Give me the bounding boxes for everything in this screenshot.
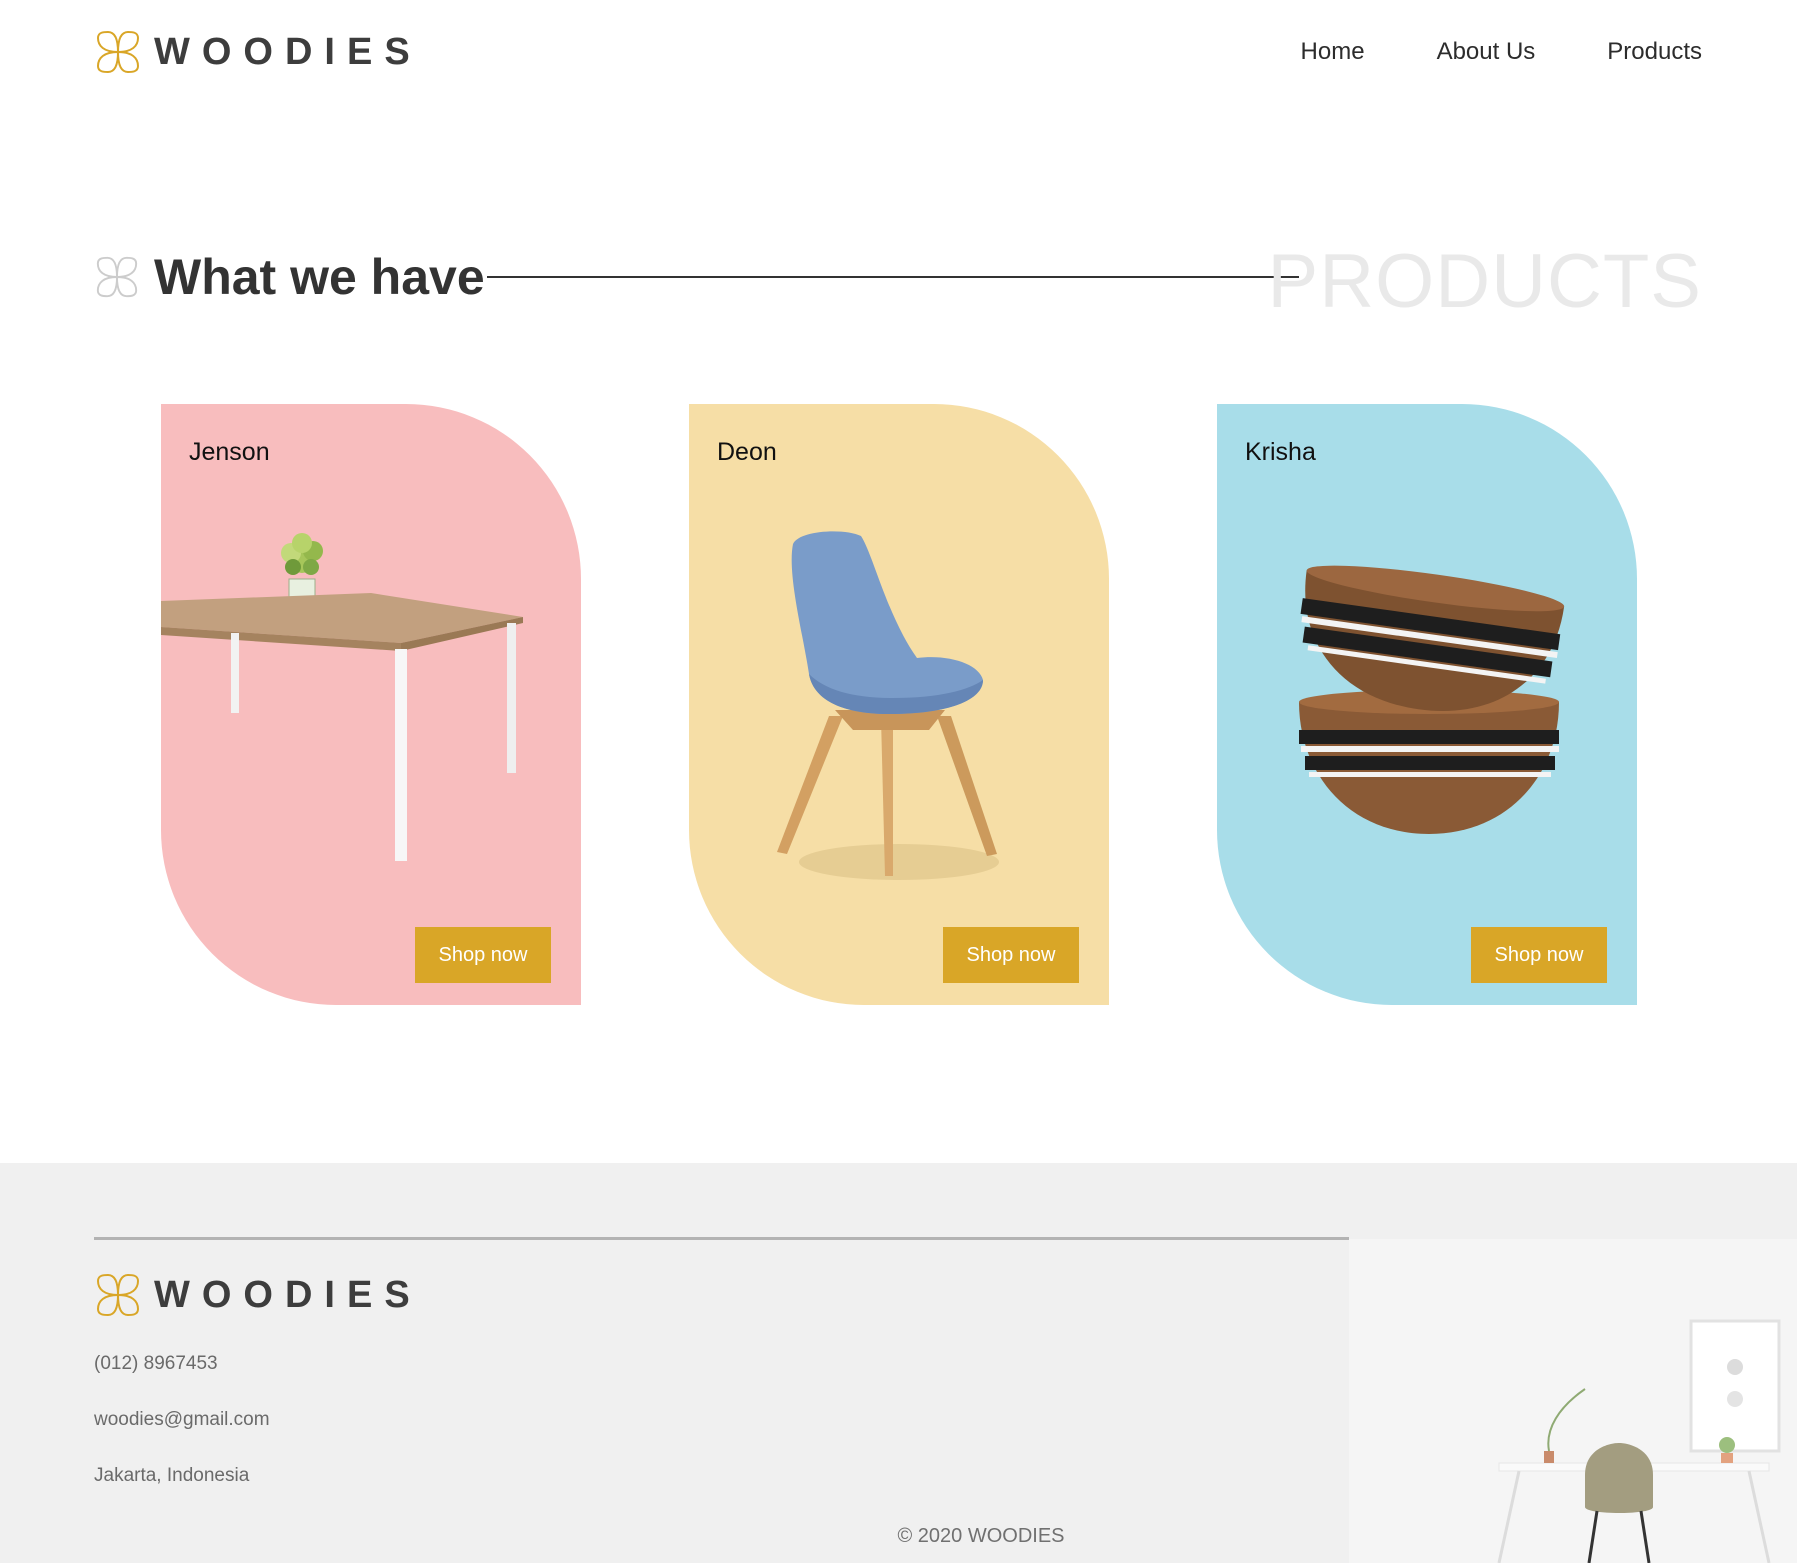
- products-section-heading: What we have PRODUCTS: [94, 238, 1702, 324]
- product-card-deon[interactable]: Deon Shop now: [689, 404, 1109, 1005]
- footer-phone: (012) 8967453: [94, 1353, 218, 1374]
- footer-email[interactable]: woodies@gmail.com: [94, 1409, 270, 1431]
- product-name: Deon: [717, 438, 777, 466]
- shop-now-button[interactable]: Shop now: [415, 927, 551, 983]
- product-card-krisha[interactable]: Krisha Shop now: [1217, 404, 1637, 1005]
- chair-image: [777, 531, 999, 880]
- copyright: © 2020 WOODIES: [897, 1525, 1065, 1547]
- flower-logo-icon: [96, 1273, 140, 1317]
- bowls-image: [1299, 565, 1565, 834]
- footer-address: Jakarta, Indonesia: [94, 1465, 250, 1486]
- flower-outline-icon: [96, 256, 138, 298]
- footer-brand-name: WOODIES: [154, 1273, 422, 1316]
- brand-name: WOODIES: [154, 30, 422, 73]
- footer-brand-logo[interactable]: WOODIES: [94, 1271, 422, 1319]
- product-name: Jenson: [189, 438, 270, 466]
- site-header: WOODIES Home About Us Products: [0, 0, 1797, 110]
- workspace-photo: [1349, 1239, 1797, 1563]
- table-image: [161, 533, 523, 861]
- shop-now-button[interactable]: Shop now: [943, 927, 1079, 983]
- flower-logo-icon: [96, 30, 140, 74]
- nav-about-us[interactable]: About Us: [1437, 38, 1536, 66]
- shop-now-button[interactable]: Shop now: [1471, 927, 1607, 983]
- product-card-jenson[interactable]: Jenson Shop now: [161, 404, 581, 1005]
- nav-home[interactable]: Home: [1301, 38, 1365, 66]
- site-footer: WOODIES (012) 8967453 woodies@gmail.com …: [0, 1163, 1797, 1563]
- main-nav: Home About Us Products: [1301, 38, 1702, 66]
- section-title: What we have: [154, 249, 485, 305]
- section-divider: [487, 276, 1299, 278]
- product-name: Krisha: [1245, 438, 1316, 466]
- section-background-word: PRODUCTS: [1267, 239, 1702, 324]
- footer-divider: [94, 1237, 1349, 1240]
- nav-products[interactable]: Products: [1607, 38, 1702, 66]
- brand-logo[interactable]: WOODIES: [94, 28, 422, 76]
